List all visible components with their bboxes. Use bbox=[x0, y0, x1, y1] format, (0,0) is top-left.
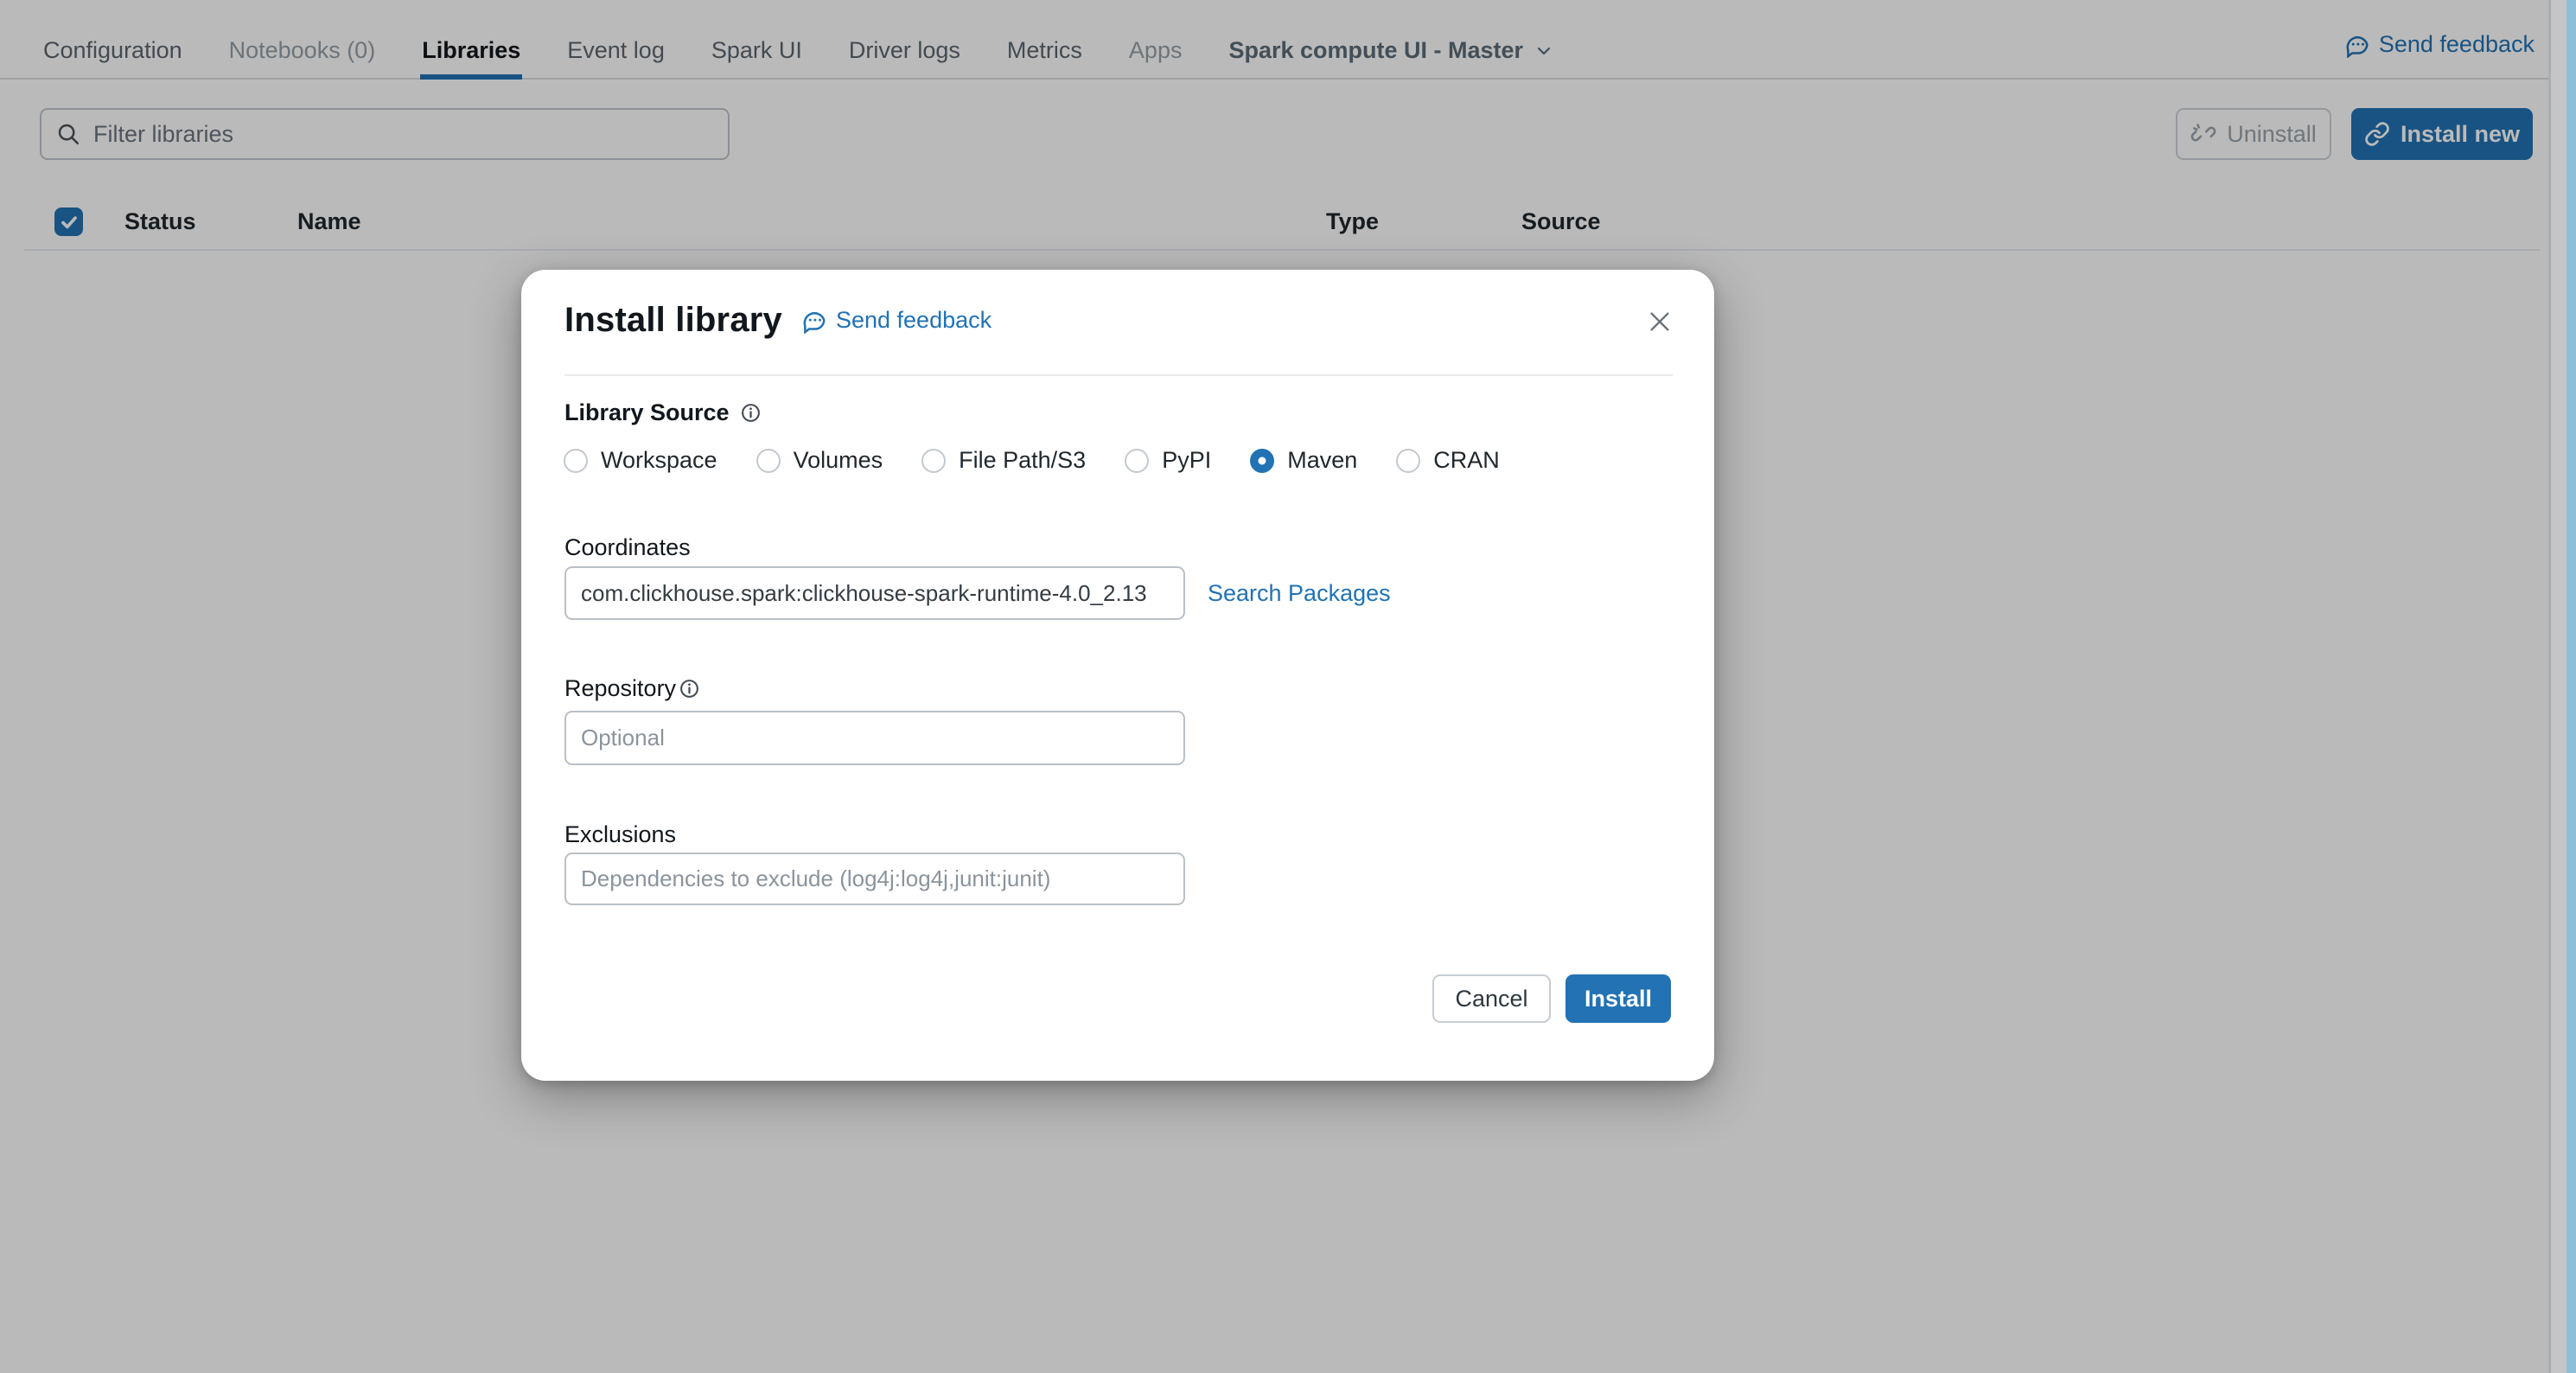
scrollbar-gutter bbox=[2551, 0, 2566, 1373]
library-source-label: Library Source bbox=[564, 399, 730, 426]
radio-icon bbox=[756, 449, 781, 473]
modal-send-feedback-label: Send feedback bbox=[836, 307, 992, 334]
modal-send-feedback-link[interactable]: Send feedback bbox=[801, 307, 992, 334]
search-packages-link[interactable]: Search Packages bbox=[1208, 580, 1391, 607]
radio-option-pypi[interactable]: PyPI bbox=[1125, 447, 1211, 474]
radio-option-workspace[interactable]: Workspace bbox=[564, 447, 717, 474]
radio-option-volumes[interactable]: Volumes bbox=[756, 447, 883, 474]
exclusions-input[interactable] bbox=[564, 853, 1185, 905]
radio-label: Workspace bbox=[601, 447, 717, 474]
coordinates-row: Search Packages bbox=[564, 566, 1391, 620]
radio-label: CRAN bbox=[1433, 447, 1500, 474]
modal-header: Install library Send feedback bbox=[564, 301, 992, 340]
radio-label: File Path/S3 bbox=[959, 447, 1086, 474]
radio-option-cran[interactable]: CRAN bbox=[1396, 447, 1500, 474]
radio-option-file-path-s3[interactable]: File Path/S3 bbox=[921, 447, 1086, 474]
close-icon[interactable] bbox=[1646, 308, 1674, 335]
coordinates-label-row: Coordinates bbox=[564, 534, 691, 561]
modal-header-divider bbox=[564, 374, 1673, 376]
install-library-modal: Install library Send feedback Library So… bbox=[521, 270, 1714, 1081]
modal-footer: Cancel Install bbox=[1432, 974, 1671, 1023]
radio-icon bbox=[1396, 449, 1420, 473]
repository-label: Repository bbox=[564, 675, 676, 702]
window-edge-strip bbox=[2566, 0, 2576, 1373]
radio-selected-icon bbox=[1250, 449, 1274, 473]
library-source-label-row: Library Source bbox=[564, 399, 762, 426]
radio-label: Maven bbox=[1287, 447, 1357, 474]
window-edge bbox=[2548, 0, 2576, 1373]
exclusions-label-row: Exclusions bbox=[564, 821, 676, 848]
spark-compute-libraries-screen: Configuration Notebooks (0) Libraries Ev… bbox=[0, 0, 2576, 1373]
radio-label: PyPI bbox=[1162, 447, 1211, 474]
exclusions-label: Exclusions bbox=[564, 821, 676, 848]
info-icon[interactable] bbox=[679, 678, 700, 699]
radio-icon bbox=[1125, 449, 1149, 473]
cancel-button[interactable]: Cancel bbox=[1432, 974, 1551, 1023]
info-icon[interactable] bbox=[740, 402, 762, 424]
install-button[interactable]: Install bbox=[1565, 974, 1671, 1023]
radio-icon bbox=[564, 449, 588, 473]
coordinates-label: Coordinates bbox=[564, 534, 691, 561]
repository-label-row: Repository bbox=[564, 675, 700, 702]
speech-bubble-icon bbox=[801, 308, 827, 334]
radio-label: Volumes bbox=[794, 447, 883, 474]
repository-input[interactable] bbox=[564, 711, 1185, 765]
library-source-radio-group: Workspace Volumes File Path/S3 PyPI Mave… bbox=[564, 447, 1500, 474]
modal-title: Install library bbox=[564, 301, 782, 340]
radio-option-maven[interactable]: Maven bbox=[1250, 447, 1357, 474]
coordinates-input[interactable] bbox=[564, 566, 1185, 620]
radio-icon bbox=[921, 449, 946, 473]
